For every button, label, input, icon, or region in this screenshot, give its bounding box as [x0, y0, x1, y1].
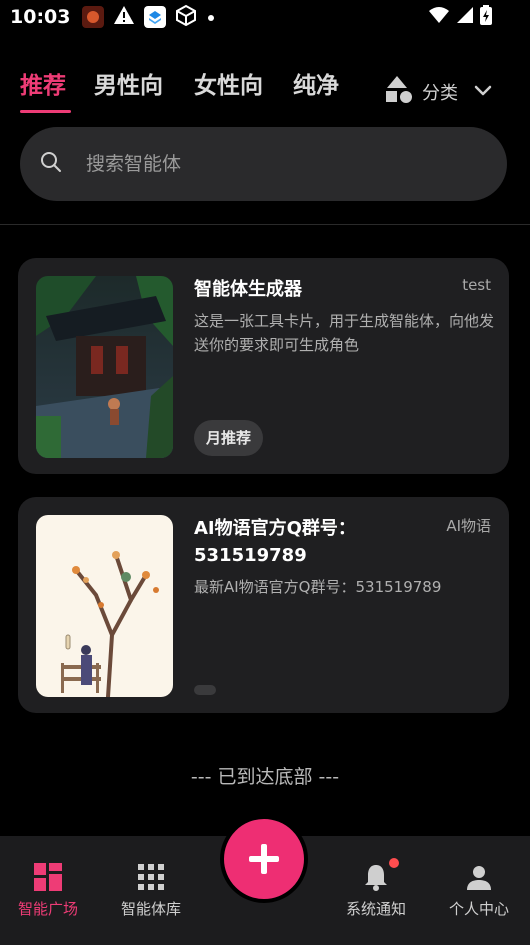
agent-description: 最新AI物语官方Q群号：531519789	[194, 578, 442, 596]
nav-profile[interactable]: 个人中心	[426, 836, 530, 945]
status-bar: 10:03	[0, 0, 530, 34]
notification-icons	[82, 4, 216, 30]
recommend-badge: 月推荐	[194, 420, 264, 456]
cube-icon	[175, 4, 197, 30]
category-dropdown[interactable]: 分类	[384, 74, 492, 109]
nav-system-notifications[interactable]: 系统通知	[323, 836, 429, 945]
tab-pure[interactable]: 纯净	[293, 66, 339, 100]
notification-dot	[389, 858, 399, 868]
app-screen: 10:03 推荐 男性向 女性向 纯净 分类 搜索智能体 智能体生成器 test…	[0, 0, 530, 945]
search-input[interactable]	[86, 153, 446, 175]
layers-app-icon	[144, 6, 167, 28]
nav-label: 智能广场	[17, 900, 78, 918]
agent-title: AI物语官方Q群号：531519789	[194, 518, 356, 566]
nav-label: 系统通知	[345, 900, 406, 918]
agent-description: 这是一张工具卡片，用于生成智能体，向他发送你的要求即可生成角色	[194, 312, 495, 354]
header-divider	[0, 224, 530, 225]
wifi-icon	[428, 6, 450, 28]
bell-icon	[363, 858, 399, 892]
chevron-down-icon	[474, 81, 492, 102]
empty-badge	[194, 685, 216, 695]
apps-grid-icon	[138, 862, 164, 892]
agent-card[interactable]: 智能体生成器 test 这是一张工具卡片，用于生成智能体，向他发送你的要求即可生…	[18, 258, 509, 474]
agent-author: test	[462, 276, 491, 294]
tab-recommended[interactable]: 推荐	[20, 66, 66, 100]
person-icon	[466, 862, 492, 892]
active-tab-indicator	[20, 110, 71, 113]
shapes-icon	[384, 74, 414, 109]
agent-card[interactable]: AI物语官方Q群号：531519789 AI物语 最新AI物语官方Q群号：531…	[18, 497, 509, 713]
system-status-icons	[428, 5, 492, 29]
agent-author: AI物语	[446, 517, 491, 535]
nav-label: 智能体库	[120, 900, 181, 918]
warning-icon	[113, 5, 135, 29]
signal-icon	[456, 6, 474, 28]
agent-cover-image	[36, 276, 173, 458]
grid-squares-icon	[34, 862, 62, 892]
agent-cover-image	[36, 515, 173, 697]
app-notification-icon	[82, 6, 105, 28]
tab-male-oriented[interactable]: 男性向	[94, 66, 163, 100]
plus-icon	[249, 844, 279, 874]
category-label: 分类	[422, 82, 458, 104]
battery-icon	[480, 5, 492, 29]
more-dot-icon	[206, 8, 216, 27]
nav-agent-plaza[interactable]: 智能广场	[0, 836, 101, 945]
agent-title: 智能体生成器	[194, 279, 302, 300]
tab-female-oriented[interactable]: 女性向	[194, 66, 263, 100]
end-of-list-note: --- 已到达底部 ---	[190, 766, 340, 788]
search-icon	[40, 151, 62, 177]
category-tabs: 推荐 男性向 女性向 纯净 分类	[0, 56, 530, 116]
search-bar[interactable]	[20, 127, 507, 201]
nav-label: 个人中心	[448, 900, 509, 918]
nav-agent-library[interactable]: 智能体库	[98, 836, 204, 945]
status-time: 10:03	[10, 6, 71, 28]
create-agent-button[interactable]	[220, 815, 308, 903]
